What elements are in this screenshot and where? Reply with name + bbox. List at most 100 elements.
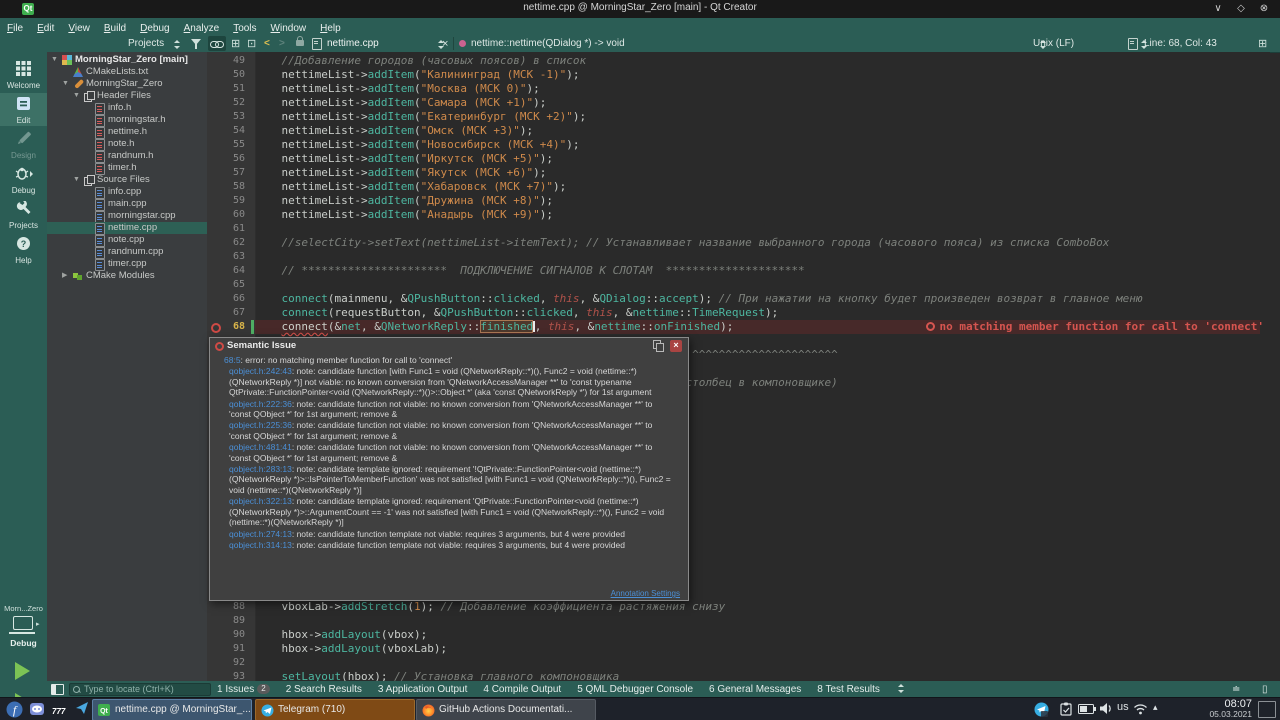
code-line[interactable]: 56 nettimeList->addItem("Иркутск (МСК +5…: [207, 152, 1270, 166]
tree-item-morningstar-h[interactable]: morningstar.h: [47, 114, 207, 127]
show-desktop-button[interactable]: [1258, 701, 1276, 718]
output-tab-search-results[interactable]: 2 Search Results: [286, 684, 362, 695]
tree-item-nettime-h[interactable]: nettime.h: [47, 126, 207, 139]
link-with-editor-icon[interactable]: [208, 36, 226, 51]
line-number[interactable]: 89: [207, 614, 245, 628]
code-line[interactable]: 66 connect(mainmenu, &QPushButton::click…: [207, 292, 1270, 306]
line-number[interactable]: 64: [207, 264, 245, 278]
close-document-icon[interactable]: ×: [442, 38, 448, 50]
sidebar-mode-projects[interactable]: Projects: [0, 198, 47, 231]
code-line[interactable]: 67 connect(requestButton, &QPushButton::…: [207, 306, 1270, 320]
keyboard-layout-indicator[interactable]: us: [1117, 701, 1129, 713]
menu-item-debug[interactable]: Debug: [133, 21, 176, 34]
battery-tray-icon[interactable]: [1078, 704, 1096, 714]
line-number[interactable]: 55: [207, 138, 245, 152]
line-number[interactable]: 60: [207, 208, 245, 222]
tree-item-randnum-h[interactable]: randnum.h: [47, 150, 207, 163]
menu-item-analyze[interactable]: Analyze: [177, 21, 227, 34]
chevron-down-icon[interactable]: ▼: [73, 90, 80, 102]
code-line[interactable]: 93 setLayout(hbox); // Установка главног…: [207, 670, 1270, 681]
source-location-link[interactable]: qobject.h:225:36: [229, 420, 292, 430]
chevron-down-icon[interactable]: ▼: [62, 78, 69, 90]
menu-item-window[interactable]: Window: [264, 21, 314, 34]
output-tab-compile-output[interactable]: 4 Compile Output: [483, 684, 561, 695]
line-number[interactable]: 93: [207, 670, 245, 681]
line-number[interactable]: 56: [207, 152, 245, 166]
progress-details-icon[interactable]: ≐: [1232, 684, 1240, 695]
code-line[interactable]: 51 nettimeList->addItem("Москва (МСК 0)"…: [207, 82, 1270, 96]
launcher-fedora-icon[interactable]: f: [6, 701, 23, 718]
line-number[interactable]: 54: [207, 124, 245, 138]
taskbar-window-telegram[interactable]: Telegram (710): [255, 699, 415, 720]
symbol-combo[interactable]: nettime::nettime(QDialog *) -> void: [471, 38, 625, 49]
line-number[interactable]: 67: [207, 306, 245, 320]
filter-icon[interactable]: [191, 39, 201, 49]
line-number[interactable]: 49: [207, 54, 245, 68]
kit-monitor-icon[interactable]: [13, 616, 33, 630]
source-location-link[interactable]: qobject.h:322:13: [229, 496, 292, 506]
menu-item-view[interactable]: View: [61, 21, 97, 34]
maximize-icon[interactable]: ◇: [1233, 2, 1249, 16]
telegram-tray-icon[interactable]: [1034, 702, 1049, 717]
source-location-link[interactable]: qobject.h:481:41: [229, 442, 292, 452]
tree-item-main-cpp[interactable]: main.cpp: [47, 198, 207, 211]
source-location-link[interactable]: qobject.h:242:43: [229, 366, 292, 376]
clipboard-tray-icon[interactable]: [1060, 702, 1072, 716]
code-line[interactable]: 64 // ********************** ПОДКЛЮЧЕНИЕ…: [207, 264, 1270, 278]
sidebar-toggle-icon[interactable]: [51, 684, 64, 695]
line-number[interactable]: 63: [207, 250, 245, 264]
tree-item-timer-cpp[interactable]: timer.cpp: [47, 258, 207, 271]
code-line[interactable]: 60 nettimeList->addItem("Анадырь (МСК +9…: [207, 208, 1270, 222]
encoding-combo[interactable]: Unix (LF): [1033, 38, 1074, 49]
tree-item-nettime-cpp[interactable]: nettime.cpp: [47, 222, 207, 235]
tree-item-cmake-modules[interactable]: ▶ CMake Modules: [47, 270, 207, 282]
back-icon[interactable]: <: [264, 38, 270, 49]
tree-item-morningstar-zero-main-[interactable]: ▼ MorningStar_Zero [main]: [47, 54, 207, 66]
code-line[interactable]: 55 nettimeList->addItem("Новосибирск (МС…: [207, 138, 1270, 152]
menu-item-edit[interactable]: Edit: [30, 21, 61, 34]
right-sidebar-toggle-icon[interactable]: ▯: [1262, 684, 1268, 695]
sidebar-mode-edit[interactable]: Edit: [0, 93, 47, 126]
chevron-right-icon[interactable]: ▶: [62, 270, 67, 282]
navigation-pane-combo[interactable]: Projects: [128, 38, 164, 49]
tree-item-source-files[interactable]: ▼ Source Files: [47, 174, 207, 186]
launcher-share-icon[interactable]: [75, 701, 92, 718]
tree-item-header-files[interactable]: ▼ Header Files: [47, 90, 207, 102]
line-number[interactable]: 52: [207, 96, 245, 110]
line-number[interactable]: 66: [207, 292, 245, 306]
code-line[interactable]: 88 vboxLab->addStretch(1); // Добавление…: [207, 600, 1270, 614]
source-location-link[interactable]: qobject.h:283:13: [229, 464, 292, 474]
sidebar-mode-debug[interactable]: Debug: [0, 163, 47, 196]
code-line[interactable]: 89: [207, 614, 1270, 628]
source-location-link[interactable]: qobject.h:274:13: [229, 529, 292, 539]
code-line[interactable]: 61: [207, 222, 1270, 236]
menu-item-build[interactable]: Build: [97, 21, 133, 34]
output-tab-qml-debugger-console[interactable]: 5 QML Debugger Console: [577, 684, 693, 695]
code-line[interactable]: 62 //selectCity->setText(nettimeList->it…: [207, 236, 1270, 250]
line-number[interactable]: 61: [207, 222, 245, 236]
tree-item-morningstar-cpp[interactable]: morningstar.cpp: [47, 210, 207, 223]
annotation-settings-link[interactable]: Annotation Settings: [611, 589, 680, 598]
line-number[interactable]: 50: [207, 68, 245, 82]
clock[interactable]: 08:07 05.03.2021: [1186, 699, 1252, 719]
popup-close-icon[interactable]: ×: [670, 340, 682, 352]
code-line[interactable]: 59 nettimeList->addItem("Дружина (МСК +8…: [207, 194, 1270, 208]
code-line[interactable]: 58 nettimeList->addItem("Хабаровск (МСК …: [207, 180, 1270, 194]
chevron-down-icon[interactable]: ▼: [51, 54, 58, 66]
code-line[interactable]: 57 nettimeList->addItem("Якутск (МСК +6)…: [207, 166, 1270, 180]
menu-item-file[interactable]: File: [0, 21, 30, 34]
line-number[interactable]: 88: [207, 600, 245, 614]
tree-item-timer-h[interactable]: timer.h: [47, 162, 207, 175]
code-line[interactable]: 91 hbox->addLayout(vboxLab);: [207, 642, 1270, 656]
code-line[interactable]: 50 nettimeList->addItem("Калининград (МС…: [207, 68, 1270, 82]
line-number[interactable]: 65: [207, 278, 245, 292]
line-number[interactable]: 92: [207, 656, 245, 670]
tree-item-morningstar-zero[interactable]: ▼ MorningStar_Zero: [47, 78, 207, 90]
tree-item-info-h[interactable]: info.h: [47, 102, 207, 115]
sidebar-mode-design[interactable]: Design: [0, 128, 47, 161]
line-number[interactable]: 62: [207, 236, 245, 250]
tree-item-randnum-cpp[interactable]: randnum.cpp: [47, 246, 207, 259]
split-editor-icon[interactable]: ⊞: [1258, 37, 1267, 50]
code-line[interactable]: 92: [207, 656, 1270, 670]
line-number[interactable]: 53: [207, 110, 245, 124]
